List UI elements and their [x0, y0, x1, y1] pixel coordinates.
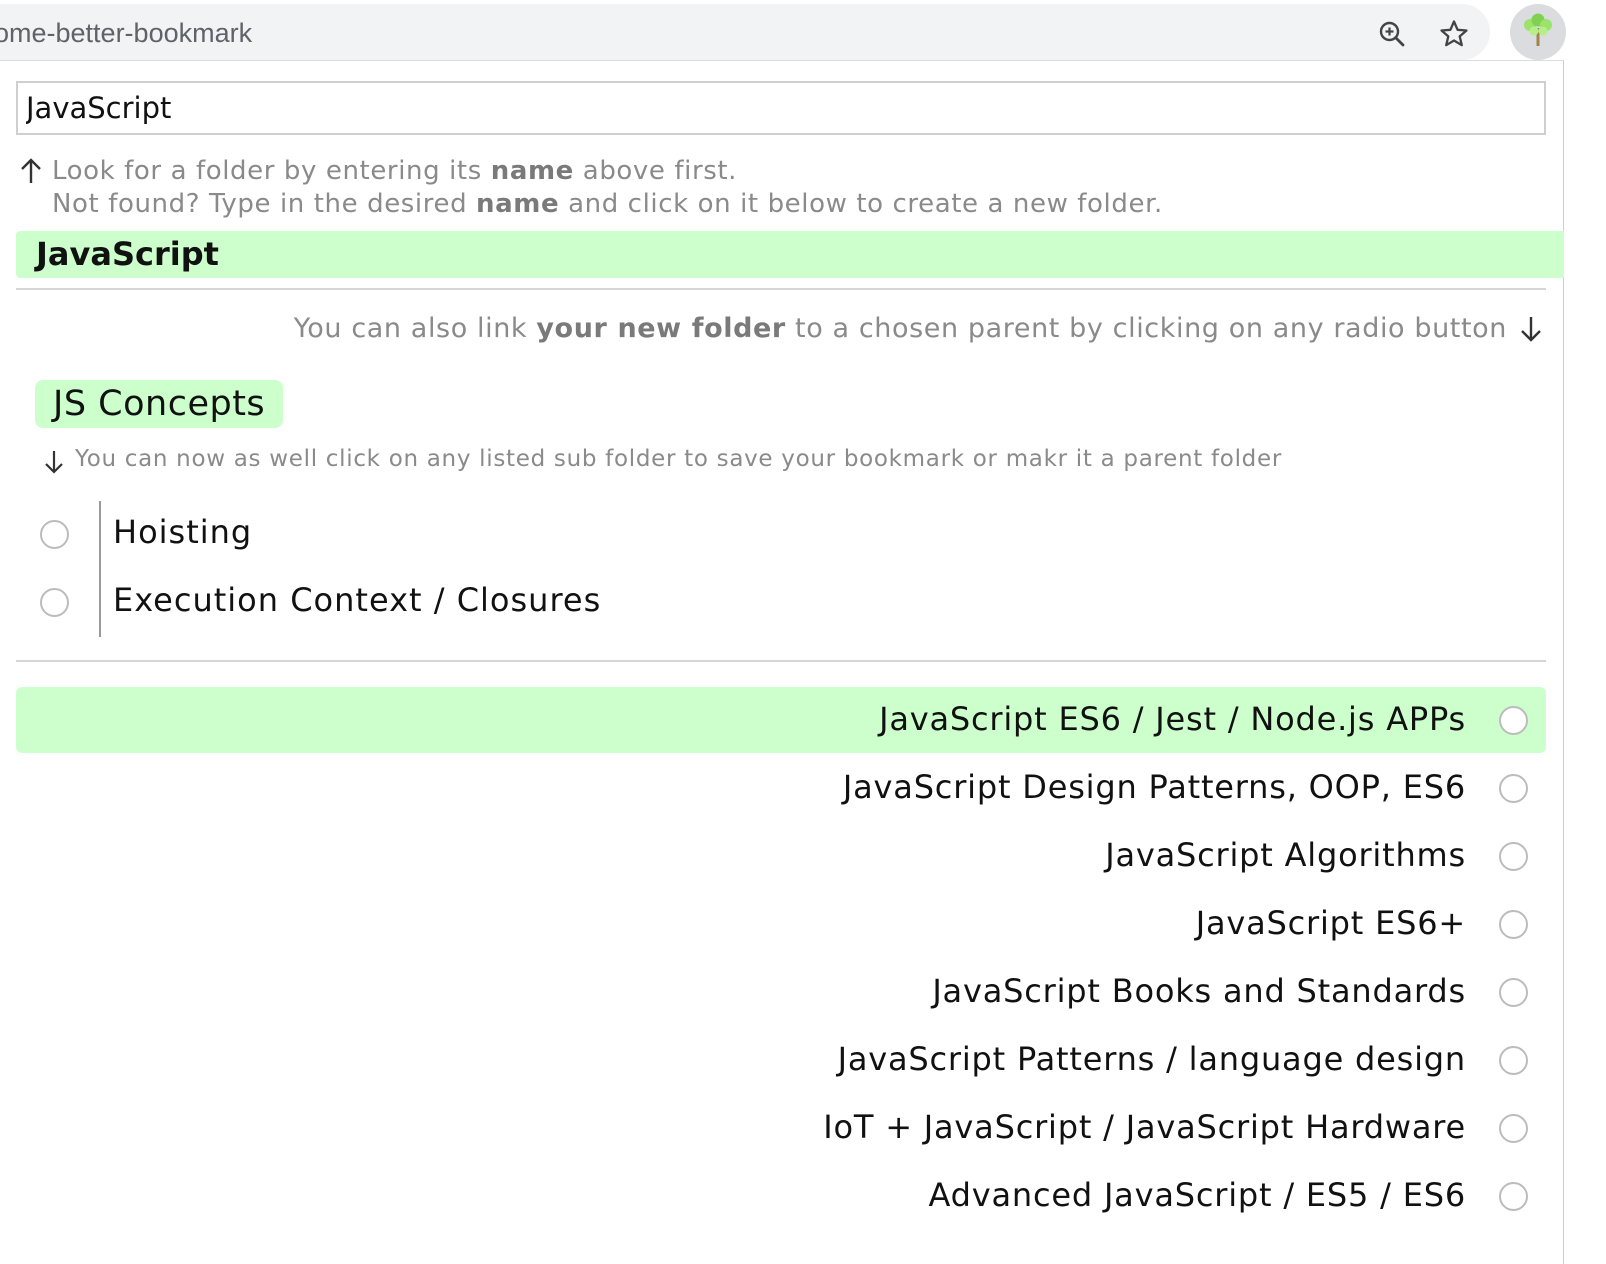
search-hint-line-1: Look for a folder by entering its name a… [52, 156, 737, 186]
folder-radio[interactable] [1499, 1114, 1528, 1143]
divider [16, 660, 1546, 662]
hint-text: Not found? Type in the desired [52, 189, 477, 219]
address-bar[interactable]: ome-better-bookmark [0, 4, 1490, 60]
divider [16, 288, 1546, 290]
folder-row[interactable]: JavaScript ES6+ [16, 891, 1546, 957]
subfolder-item-execution-context[interactable]: Execution Context / Closures [0, 571, 900, 631]
arrow-up-icon [18, 157, 44, 189]
folder-row[interactable]: JavaScript Patterns / language design [16, 1027, 1546, 1093]
search-hint-line-2: Not found? Type in the desired name and … [52, 189, 1163, 219]
folder-radio[interactable] [1499, 1046, 1528, 1075]
folder-label[interactable]: JavaScript ES6+ [1196, 904, 1466, 942]
arrow-down-icon [42, 449, 66, 479]
hint-text: You can also link [293, 313, 537, 344]
folder-label[interactable]: Advanced JavaScript / ES5 / ES6 [929, 1176, 1466, 1214]
folder-label[interactable]: JavaScript ES6 / Jest / Node.js APPs [879, 700, 1466, 738]
tree-extension-icon [1518, 10, 1558, 54]
hint-bold-text: name [490, 156, 574, 186]
extension-button[interactable] [1510, 4, 1566, 60]
subfolder-list: Hoisting Execution Context / Closures [0, 501, 1000, 637]
url-text[interactable]: ome-better-bookmark [0, 18, 252, 49]
hint-text: Look for a folder by entering its [52, 156, 491, 186]
subfolder-label[interactable]: Hoisting [113, 513, 252, 551]
folder-radio[interactable] [1499, 842, 1528, 871]
subfolder-label[interactable]: Execution Context / Closures [113, 581, 601, 619]
folder-row[interactable]: JavaScript Algorithms [16, 823, 1546, 889]
folder-row[interactable]: JavaScript ES6 / Jest / Node.js APPs [16, 687, 1546, 753]
folder-radio[interactable] [1499, 1182, 1528, 1211]
bookmark-star-icon[interactable] [1436, 16, 1472, 52]
hint-text: and click on it below to create a new fo… [559, 189, 1163, 219]
folder-label[interactable]: JavaScript Algorithms [1105, 836, 1466, 874]
folder-search-input[interactable] [16, 81, 1546, 135]
folder-radio[interactable] [1499, 910, 1528, 939]
subfolder-radio[interactable] [40, 588, 69, 617]
hint-bold-text: your new folder [536, 313, 786, 344]
hint-text: to a chosen parent by clicking on any ra… [785, 313, 1507, 344]
folder-label[interactable]: IoT + JavaScript / JavaScript Hardware [823, 1108, 1466, 1146]
subfolder-item-hoisting[interactable]: Hoisting [0, 503, 900, 563]
folder-row[interactable]: IoT + JavaScript / JavaScript Hardware [16, 1095, 1546, 1161]
bookmark-popup: Look for a folder by entering its name a… [0, 60, 1564, 1264]
folder-radio[interactable] [1499, 706, 1528, 735]
new-folder-name: JavaScript [36, 235, 219, 273]
folder-row[interactable]: JavaScript Design Patterns, OOP, ES6 [16, 755, 1546, 821]
link-parent-hint: You can also link your new folder to a c… [294, 313, 1507, 344]
hint-bold-text: name [476, 189, 560, 219]
parent-folder-label: JS Concepts [53, 384, 266, 424]
folder-row[interactable]: Advanced JavaScript / ES5 / ES6 [16, 1163, 1546, 1229]
create-folder-option[interactable]: JavaScript [16, 231, 1564, 278]
browser-toolbar: ome-better-bookmark [0, 0, 1606, 62]
subfolder-hint: You can now as well click on any listed … [75, 446, 1282, 472]
folder-radio[interactable] [1499, 978, 1528, 1007]
folder-label[interactable]: JavaScript Patterns / language design [838, 1040, 1466, 1078]
hint-text: above first. [573, 156, 738, 186]
folder-label[interactable]: JavaScript Design Patterns, OOP, ES6 [843, 768, 1466, 806]
folder-label[interactable]: JavaScript Books and Standards [932, 972, 1466, 1010]
folder-row[interactable]: JavaScript Books and Standards [16, 959, 1546, 1025]
arrow-down-icon [1518, 315, 1544, 347]
zoom-in-icon[interactable] [1374, 16, 1410, 52]
subfolder-radio[interactable] [40, 520, 69, 549]
parent-folder-chip[interactable]: JS Concepts [35, 380, 284, 428]
folder-radio[interactable] [1499, 774, 1528, 803]
